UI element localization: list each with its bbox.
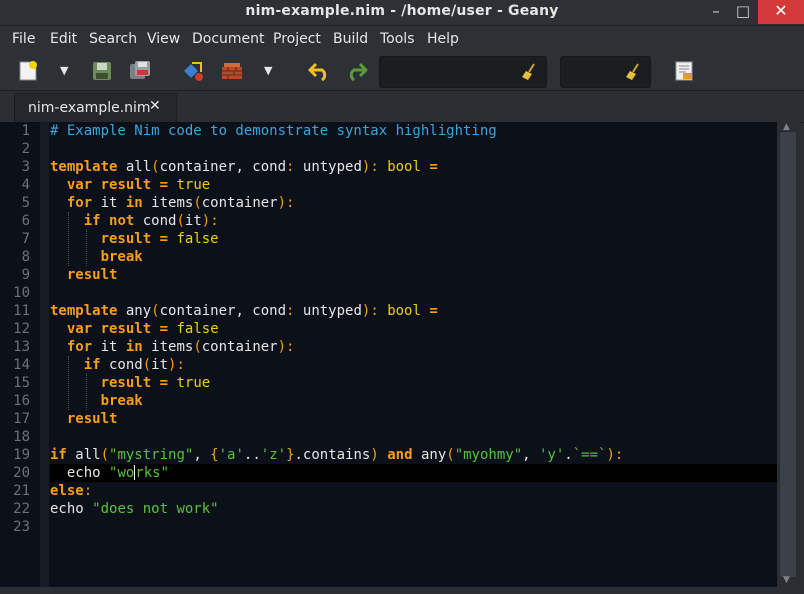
- menu-file[interactable]: File: [12, 31, 35, 47]
- menu-document[interactable]: Document: [192, 31, 265, 47]
- code-line-7: result = false: [100, 231, 219, 247]
- line-number: 21: [13, 483, 30, 499]
- code-line-22: echo "does not work": [50, 501, 219, 517]
- line-number: 8: [21, 249, 30, 265]
- line-number: 18: [13, 429, 30, 445]
- menu-tools[interactable]: Tools: [380, 31, 415, 47]
- undo-icon[interactable]: [307, 59, 331, 83]
- line-number: 14: [13, 357, 30, 373]
- compile-icon[interactable]: [181, 59, 205, 83]
- line-number: 7: [21, 231, 30, 247]
- maximize-button[interactable]: □: [731, 0, 755, 24]
- menu-search[interactable]: Search: [89, 31, 137, 47]
- line-number: 15: [13, 375, 30, 391]
- scroll-down-icon[interactable]: ▼: [783, 575, 790, 585]
- save-icon[interactable]: [90, 59, 114, 83]
- code-line-12: var result = false: [66, 321, 219, 337]
- line-number: 16: [13, 393, 30, 409]
- clear-icon[interactable]: [520, 63, 538, 81]
- line-number: 17: [13, 411, 30, 427]
- close-window-button[interactable]: ✕: [758, 0, 804, 24]
- tab-nim-example[interactable]: nim-example.nim ✕: [14, 93, 177, 123]
- title-bar: nim-example.nim - /home/user - Geany – □…: [0, 0, 804, 26]
- line-number: 9: [21, 267, 30, 283]
- code-line-13: for it in items(container):: [66, 339, 295, 355]
- code-line-21: else:: [50, 483, 93, 499]
- minimize-button[interactable]: –: [704, 0, 728, 24]
- code-line-19: if all("mystring", {'a'..'z'}.contains) …: [50, 447, 624, 463]
- tab-bar: nim-example.nim ✕: [0, 91, 804, 123]
- tab-label[interactable]: nim-example.nim: [28, 100, 151, 116]
- vertical-scrollbar[interactable]: ▲ ▼: [777, 122, 799, 587]
- new-file-dropdown-icon[interactable]: ▼: [60, 64, 68, 77]
- code-line-6: if not cond(it):: [83, 213, 219, 229]
- code-line-15: result = true: [100, 375, 211, 391]
- goto-line-field[interactable]: [560, 56, 651, 88]
- line-number: 10: [13, 285, 30, 301]
- build-dropdown-icon[interactable]: ▼: [264, 64, 272, 77]
- line-number: 11: [13, 303, 30, 319]
- menu-project[interactable]: Project: [273, 31, 321, 47]
- code-line-17: result: [66, 411, 118, 427]
- line-number: 6: [21, 213, 30, 229]
- line-number-gutter: 1 2 3 4 5 6 7 8 9 10 11 12 13 14 15 16 1…: [0, 122, 40, 587]
- line-number: 20: [13, 465, 30, 481]
- line-number: 13: [13, 339, 30, 355]
- status-bar: [0, 587, 804, 594]
- code-line-8: break: [100, 249, 143, 265]
- code-line-4: var result = true: [66, 177, 211, 193]
- menu-help[interactable]: Help: [427, 31, 459, 47]
- new-file-icon[interactable]: [16, 59, 40, 83]
- menu-bar: File Edit Search View Document Project B…: [0, 26, 804, 52]
- code-line-11: template any(container, cond: untyped): …: [50, 303, 438, 319]
- line-number: 22: [13, 501, 30, 517]
- code-line-1: # Example Nim code to demonstrate syntax…: [50, 123, 497, 139]
- code-line-9: result: [66, 267, 118, 283]
- jump-icon[interactable]: [672, 59, 696, 83]
- save-all-icon[interactable]: [128, 59, 152, 83]
- code-line-5: for it in items(container):: [66, 195, 295, 211]
- tab-close-icon[interactable]: ✕: [149, 98, 161, 114]
- code-line-20: echo "works": [50, 465, 170, 481]
- line-number: 2: [21, 141, 30, 157]
- code-area[interactable]: # Example Nim code to demonstrate syntax…: [50, 122, 777, 587]
- scrollbar-thumb[interactable]: [780, 132, 796, 577]
- line-number: 1: [21, 123, 30, 139]
- code-line-14: if cond(it):: [83, 357, 185, 373]
- clear-icon[interactable]: [624, 63, 642, 81]
- line-number: 23: [13, 519, 30, 535]
- line-number: 5: [21, 195, 30, 211]
- line-number: 3: [21, 159, 30, 175]
- window-title: nim-example.nim - /home/user - Geany: [245, 3, 559, 19]
- build-icon[interactable]: [220, 59, 244, 83]
- code-line-16: break: [100, 393, 143, 409]
- search-field[interactable]: [379, 56, 547, 88]
- menu-edit[interactable]: Edit: [50, 31, 77, 47]
- line-number: 12: [13, 321, 30, 337]
- menu-build[interactable]: Build: [333, 31, 368, 47]
- toolbar: ▼ ▼: [0, 52, 804, 91]
- menu-view[interactable]: View: [147, 31, 180, 47]
- fold-margin[interactable]: [40, 122, 49, 587]
- code-line-3: template all(container, cond: untyped): …: [50, 159, 438, 175]
- scroll-up-icon[interactable]: ▲: [783, 122, 790, 132]
- code-editor[interactable]: 1 2 3 4 5 6 7 8 9 10 11 12 13 14 15 16 1…: [0, 122, 777, 587]
- line-number: 4: [21, 177, 30, 193]
- line-number: 19: [13, 447, 30, 463]
- redo-icon[interactable]: [345, 59, 369, 83]
